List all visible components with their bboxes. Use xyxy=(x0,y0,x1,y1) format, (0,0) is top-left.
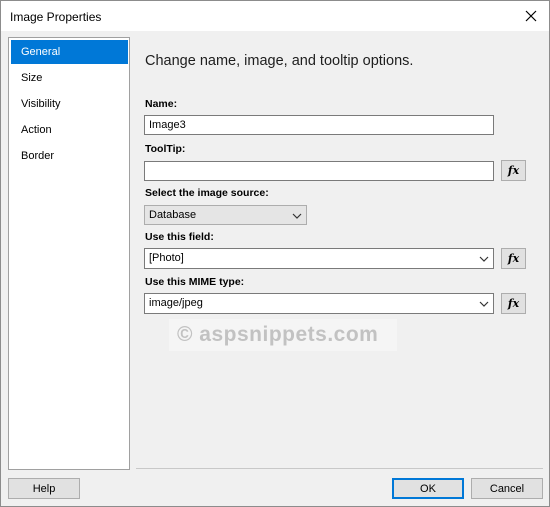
sidebar-item-action[interactable]: Action xyxy=(11,118,128,142)
sidebar-item-general[interactable]: General xyxy=(11,40,128,64)
field-expression-button[interactable]: fx xyxy=(501,248,526,269)
fx-icon: fx xyxy=(507,252,520,265)
name-label: Name: xyxy=(145,98,178,110)
close-button[interactable] xyxy=(513,1,549,31)
page-heading: Change name, image, and tooltip options. xyxy=(145,53,414,69)
title-bar: Image Properties xyxy=(1,1,549,31)
mime-type-value: image/jpeg xyxy=(149,297,203,309)
close-icon xyxy=(525,10,537,22)
tooltip-expression-button[interactable]: fx xyxy=(501,160,526,181)
name-input[interactable]: Image3 xyxy=(144,115,494,135)
tooltip-label: ToolTip: xyxy=(145,143,186,155)
help-button[interactable]: Help xyxy=(8,478,80,499)
image-properties-dialog: Image Properties General Size Visibility… xyxy=(0,0,550,507)
fx-icon: fx xyxy=(507,164,520,177)
cancel-button[interactable]: Cancel xyxy=(471,478,543,499)
sidebar-item-size[interactable]: Size xyxy=(11,66,128,90)
sidebar-item-border[interactable]: Border xyxy=(11,144,128,168)
field-dropdown[interactable]: [Photo] xyxy=(144,248,494,269)
chevron-down-icon xyxy=(479,256,489,262)
image-source-label: Select the image source: xyxy=(145,187,269,199)
field-value: [Photo] xyxy=(149,252,184,264)
mime-type-dropdown[interactable]: image/jpeg xyxy=(144,293,494,314)
dialog-title: Image Properties xyxy=(10,10,102,24)
ok-button[interactable]: OK xyxy=(392,478,464,499)
chevron-down-icon xyxy=(292,213,302,219)
fx-icon: fx xyxy=(507,297,520,310)
sidebar-item-visibility[interactable]: Visibility xyxy=(11,92,128,116)
footer-divider xyxy=(136,468,543,469)
image-source-value: Database xyxy=(149,209,197,221)
mime-type-expression-button[interactable]: fx xyxy=(501,293,526,314)
watermark: © aspsnippets.com xyxy=(169,319,397,351)
sidebar-nav: General Size Visibility Action Border xyxy=(8,37,130,470)
mime-type-label: Use this MIME type: xyxy=(145,276,245,288)
tooltip-input[interactable] xyxy=(144,161,494,181)
chevron-down-icon xyxy=(479,301,489,307)
image-source-dropdown[interactable]: Database xyxy=(144,205,307,225)
field-label: Use this field: xyxy=(145,231,214,243)
